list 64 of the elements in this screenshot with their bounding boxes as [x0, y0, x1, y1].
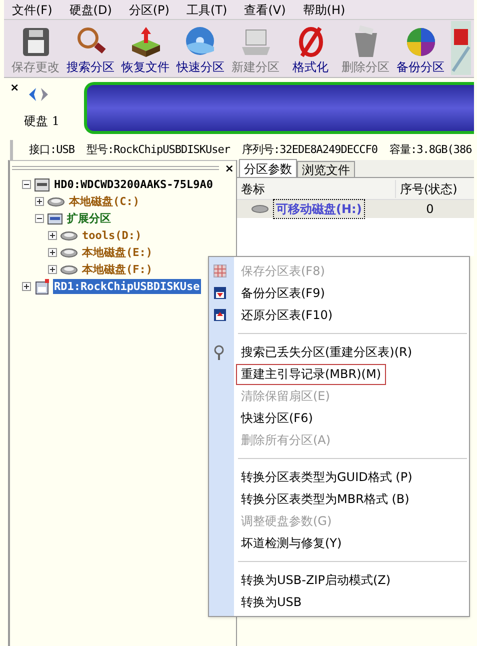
tree-item[interactable]: 本地磁盘(E:)	[81, 245, 154, 260]
table-icon	[213, 264, 227, 278]
disk-info: 型号:RockChipUSBDISKUser	[86, 142, 230, 158]
drive-icon	[47, 212, 63, 224]
close-button[interactable]: ×	[10, 82, 20, 93]
disk-info: 容量:3.8GB(386	[390, 142, 472, 158]
expand-icon[interactable]	[22, 282, 31, 291]
menu-item[interactable]: 坏道检测与修复(Y)	[236, 532, 347, 554]
expand-icon[interactable]	[35, 197, 44, 206]
menu-item[interactable]: 快速分区(F6)	[236, 408, 318, 428]
back-icon[interactable]	[28, 88, 38, 100]
tab[interactable]: 分区参数	[239, 159, 297, 177]
tree-item[interactable]: 扩展分区	[66, 211, 112, 226]
magnifier-icon	[213, 345, 225, 361]
menu-item[interactable]: 重建主引导记录(MBR)(M)	[236, 364, 386, 384]
tree-item[interactable]: tools(D:)	[81, 228, 143, 243]
tab[interactable]: 浏览文件	[297, 161, 355, 177]
tree-item[interactable]: HD0:WDCWD3200AAKS-75L9A0	[53, 177, 214, 192]
table-cell-text: 0	[425, 201, 435, 218]
toolbar-button[interactable]: 搜索分区	[63, 25, 118, 75]
save-table-icon	[213, 286, 227, 300]
drive-icon	[60, 264, 78, 274]
forward-icon[interactable]	[40, 88, 50, 100]
menu-item[interactable]: 转换为USB-ZIP启动模式(Z)	[236, 570, 396, 590]
tree-item[interactable]: RD1:RockChipUSBDISKUse	[53, 279, 201, 294]
disk-bar[interactable]	[84, 82, 474, 134]
menu-item[interactable]: 转换为USB	[236, 592, 307, 612]
close-button[interactable]: ×	[224, 162, 234, 174]
menu-item[interactable]: 硬盘(D)	[69, 0, 112, 18]
menu-item[interactable]: 分区(P)	[128, 0, 170, 18]
expand-icon[interactable]	[48, 231, 57, 240]
drive-icon	[47, 196, 65, 206]
tree-item[interactable]: 本地磁盘(F:)	[81, 262, 154, 277]
toolbar-button[interactable]: 备份分区	[393, 25, 448, 75]
menu-item[interactable]: 文件(F)	[12, 0, 52, 18]
drive-icon	[60, 230, 78, 240]
expand-icon[interactable]	[48, 248, 57, 257]
menu-item[interactable]: 搜索已丢失分区(重建分区表)(R)	[236, 342, 418, 362]
menu-item[interactable]: 工具(T)	[186, 0, 228, 18]
table-cell[interactable]: 可移动磁盘(H:)	[273, 199, 365, 219]
toolbar-button[interactable]: 快速分区	[173, 25, 228, 75]
menu-item[interactable]: 备份分区表(F9)	[236, 282, 330, 304]
disk-label: 硬盘 1	[24, 113, 60, 130]
banner-icon	[451, 21, 471, 75]
restore-table-icon	[213, 308, 227, 322]
menu-item[interactable]: 还原分区表(F10)	[236, 304, 338, 326]
menu-item[interactable]: 转换分区表类型为GUID格式 (P)	[236, 466, 418, 488]
drive-icon	[251, 205, 269, 213]
expand-icon[interactable]	[48, 265, 57, 274]
disk-info: 序列号:32EDE8A249DECCF0	[242, 142, 378, 158]
menu-item[interactable]: 帮助(H)	[302, 0, 346, 18]
hard-drive-icon	[34, 178, 50, 192]
usb-drive-icon	[34, 278, 50, 294]
toolbar-button[interactable]: 恢复文件	[118, 25, 173, 75]
collapse-icon[interactable]	[35, 214, 44, 223]
collapse-icon[interactable]	[22, 180, 31, 189]
disk-info: 接口:USB	[29, 142, 74, 158]
column-header[interactable]: 卷标	[237, 180, 395, 198]
tree-item[interactable]: 本地磁盘(C:)	[68, 194, 140, 209]
menu-item[interactable]: 查看(V)	[244, 0, 286, 18]
toolbar-button[interactable]: 格式化	[283, 25, 338, 75]
drive-icon	[60, 248, 78, 258]
menu-item[interactable]: 转换分区表类型为MBR格式 (B)	[236, 488, 414, 510]
column-header[interactable]: 序号(状态)	[395, 180, 465, 198]
